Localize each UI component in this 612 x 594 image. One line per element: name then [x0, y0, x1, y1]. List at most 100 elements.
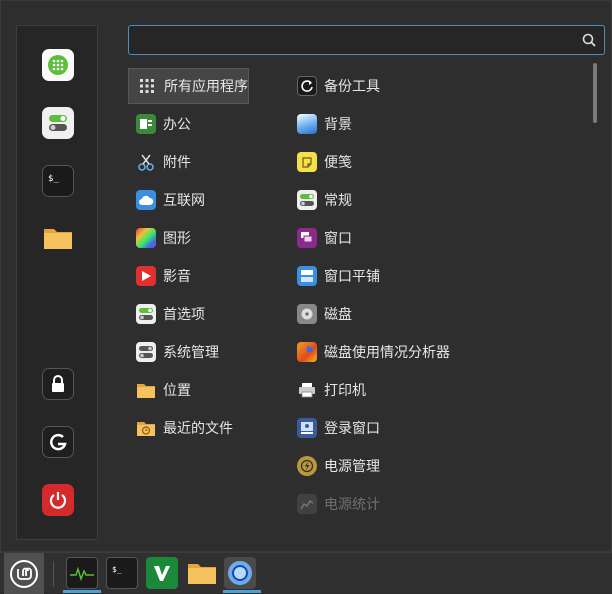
app-list-scrollbar[interactable]	[593, 63, 597, 123]
windows-icon	[297, 228, 317, 248]
app-power-management[interactable]: 电源管理	[297, 448, 587, 484]
category-administration[interactable]: 系统管理	[128, 334, 288, 370]
terminal-favorite[interactable]: $_	[42, 165, 74, 197]
recent-folder-icon	[136, 418, 156, 438]
category-preferences[interactable]: 首选项	[128, 296, 288, 332]
play-icon	[136, 266, 156, 286]
taskbar-panel: $_	[0, 552, 612, 594]
app-windows[interactable]: 窗口	[297, 220, 587, 256]
menu-button[interactable]	[4, 553, 44, 594]
category-label: 图形	[163, 231, 191, 247]
window-tiling-icon	[297, 266, 317, 286]
terminal-icon: $_	[112, 565, 122, 574]
app-window-tiling[interactable]: 窗口平铺	[297, 258, 587, 294]
app-general[interactable]: 常规	[297, 182, 587, 218]
sticky-note-icon	[297, 152, 317, 172]
category-label: 办公	[163, 117, 191, 133]
category-office[interactable]: 办公	[128, 106, 288, 142]
search-icon[interactable]	[581, 32, 597, 48]
app-sticky-notes[interactable]: 便笺	[297, 144, 587, 180]
printer-icon	[297, 380, 317, 400]
taskbar-system-monitor[interactable]	[66, 557, 98, 589]
calculator-icon	[48, 55, 68, 75]
category-label: 影音	[163, 269, 191, 285]
power-management-icon	[297, 456, 317, 476]
disk-usage-icon	[297, 342, 317, 362]
app-label: 常规	[324, 193, 352, 209]
disk-icon	[297, 304, 317, 324]
panel-separator	[53, 561, 54, 587]
general-icon	[297, 190, 317, 210]
folder-icon	[44, 229, 72, 249]
app-label: 备份工具	[324, 79, 380, 95]
power-icon	[49, 492, 67, 509]
app-label: 窗口平铺	[324, 269, 380, 285]
svg-text:$_: $_	[112, 565, 122, 574]
category-graphics[interactable]: 图形	[128, 220, 288, 256]
taskbar-terminal[interactable]: $_	[106, 557, 138, 589]
app-power-statistics[interactable]: 电源统计	[297, 486, 587, 522]
taskbar-files[interactable]	[186, 557, 218, 589]
files-favorite[interactable]	[42, 222, 74, 254]
app-label: 磁盘	[324, 307, 352, 323]
taskbar-vim[interactable]	[146, 557, 178, 589]
category-label: 系统管理	[163, 345, 219, 361]
scissors-icon	[136, 152, 156, 172]
system-admin-icon	[136, 342, 156, 362]
shutdown-button[interactable]	[42, 484, 74, 516]
category-all-applications[interactable]: 所有应用程序	[128, 68, 249, 104]
office-icon	[136, 114, 156, 134]
preferences-icon	[136, 304, 156, 324]
app-disks[interactable]: 磁盘	[297, 296, 587, 332]
category-sound-video[interactable]: 影音	[128, 258, 288, 294]
lock-screen-button[interactable]	[42, 368, 74, 400]
application-menu: $_ 所有应用程序 办公 附件 互联网 图形 影音 首选项 系统管理 位置 最近…	[0, 0, 612, 552]
backup-icon	[297, 76, 317, 96]
app-label: 电源统计	[324, 497, 380, 513]
browser-icon	[228, 561, 252, 585]
logout-icon	[50, 433, 67, 451]
favorites-sidebar	[16, 25, 98, 540]
search-input[interactable]	[135, 30, 579, 52]
calculator-favorite[interactable]	[42, 49, 74, 81]
app-printers[interactable]: 打印机	[297, 372, 587, 408]
login-window-icon	[297, 418, 317, 438]
toggle-settings-icon	[49, 115, 67, 131]
app-label: 背景	[324, 117, 352, 133]
category-label: 首选项	[163, 307, 205, 323]
folder-icon	[136, 380, 156, 400]
app-disk-usage-analyzer[interactable]: 磁盘使用情况分析器	[297, 334, 587, 370]
graphics-icon	[136, 228, 156, 248]
category-label: 互联网	[163, 193, 205, 209]
app-label: 打印机	[324, 383, 366, 399]
app-label: 便笺	[324, 155, 352, 171]
svg-text:$_: $_	[48, 174, 59, 184]
taskbar-browser[interactable]	[224, 557, 256, 589]
system-monitor-icon	[70, 566, 94, 582]
search-box[interactable]	[128, 25, 605, 55]
app-label: 窗口	[324, 231, 352, 247]
category-label: 最近的文件	[163, 421, 233, 437]
background-icon	[297, 114, 317, 134]
app-label: 登录窗口	[324, 421, 380, 437]
grid-icon	[137, 76, 157, 96]
app-label: 电源管理	[324, 459, 380, 475]
logout-button[interactable]	[42, 426, 74, 458]
vim-icon	[154, 566, 170, 581]
category-label: 位置	[163, 383, 191, 399]
category-recent-files[interactable]: 最近的文件	[128, 410, 288, 446]
mint-logo-icon	[10, 559, 38, 588]
app-label: 磁盘使用情况分析器	[324, 345, 450, 361]
folder-icon	[188, 564, 216, 584]
category-label: 附件	[163, 155, 191, 171]
category-accessories[interactable]: 附件	[128, 144, 288, 180]
app-backup-tool[interactable]: 备份工具	[297, 68, 587, 104]
app-login-window[interactable]: 登录窗口	[297, 410, 587, 446]
power-statistics-icon	[297, 494, 317, 514]
settings-favorite[interactable]	[42, 107, 74, 139]
cloud-icon	[136, 190, 156, 210]
category-internet[interactable]: 互联网	[128, 182, 288, 218]
category-places[interactable]: 位置	[128, 372, 288, 408]
lock-icon	[52, 375, 64, 392]
app-background[interactable]: 背景	[297, 106, 587, 142]
